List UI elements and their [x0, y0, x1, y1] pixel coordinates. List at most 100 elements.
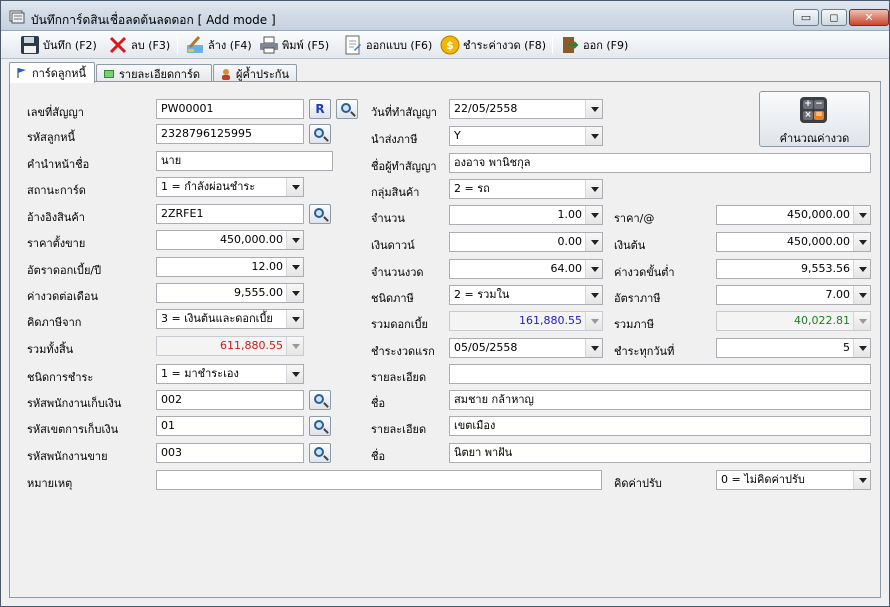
- tab-card-details[interactable]: รายละเอียดการ์ด: [96, 64, 212, 82]
- penalty-select[interactable]: 0 = ไม่คิดค่าปรับ: [716, 470, 871, 490]
- chevron-down-icon[interactable]: [585, 100, 602, 118]
- chevron-down-icon[interactable]: [585, 233, 602, 251]
- tax-type-select[interactable]: 2 = รวมใน: [449, 285, 603, 305]
- clear-button[interactable]: ล้าง (F4): [182, 34, 255, 56]
- chevron-down-icon[interactable]: [286, 231, 303, 249]
- min-installment-input[interactable]: 9,553.56: [716, 259, 871, 279]
- chevron-down-icon[interactable]: [286, 258, 303, 276]
- sales-name-input[interactable]: นิตยา พาฝัน: [449, 443, 871, 463]
- contractor-name-label: ชื่อผู้ทำสัญญา: [371, 160, 437, 173]
- product-search-button[interactable]: [309, 204, 331, 224]
- principal-input[interactable]: 450,000.00: [716, 232, 871, 252]
- close-button[interactable]: ✕: [849, 9, 889, 26]
- minimize-button[interactable]: ▭: [793, 9, 819, 26]
- down-payment-input[interactable]: 0.00: [449, 232, 603, 252]
- sales-code-label: รหัสพนักงานขาย: [27, 450, 108, 463]
- collector-search-button[interactable]: [309, 390, 331, 410]
- delete-button[interactable]: ลบ (F3): [105, 34, 173, 56]
- calculate-installment-label: คำนวณค่างวด: [779, 132, 850, 145]
- contract-date-picker[interactable]: 22/05/2558: [449, 99, 603, 119]
- tab-guarantor[interactable]: ผู้ค้ำประกัน: [213, 64, 297, 82]
- pay-every-day-input[interactable]: 5: [716, 338, 871, 358]
- print-button[interactable]: พิมพ์ (F5): [256, 34, 332, 56]
- payment-type-select[interactable]: 1 = มาชำระเอง: [156, 364, 304, 384]
- window-title: บันทึกการ์ดสินเชื่อลดต้นลดดอก [ Add mode…: [31, 13, 276, 27]
- total-interest-value: 161,880.55: [519, 314, 582, 327]
- tax-submit-select[interactable]: Y: [449, 126, 603, 146]
- chevron-down-icon[interactable]: [585, 206, 602, 224]
- pay-installment-label: ชำระค่างวด (F8): [463, 39, 547, 52]
- maximize-button[interactable]: ◻: [821, 9, 847, 26]
- exit-door-icon: [563, 37, 579, 53]
- chevron-down-icon[interactable]: [286, 178, 303, 196]
- chevron-down-icon[interactable]: [286, 310, 303, 328]
- remark-input[interactable]: [156, 470, 602, 490]
- product-ref-input[interactable]: 2ZRFE1: [156, 204, 304, 224]
- detail-input[interactable]: [449, 364, 871, 384]
- num-installments-input[interactable]: 64.00: [449, 259, 603, 279]
- num-installments-label: จำนวนงวด: [371, 266, 424, 279]
- calculate-installment-button[interactable]: + − × = คำนวณค่างวด: [759, 91, 870, 147]
- debtor-code-input[interactable]: 2328796125995: [156, 124, 304, 144]
- search-icon: [314, 394, 324, 404]
- sales-search-button[interactable]: [309, 443, 331, 463]
- tab-label: รายละเอียดการ์ด: [119, 67, 201, 81]
- chevron-down-icon[interactable]: [585, 127, 602, 145]
- toolbar-separator: [552, 36, 553, 54]
- monthly-installment-input[interactable]: 9,555.00: [156, 283, 304, 303]
- sale-price-input[interactable]: 450,000.00: [156, 230, 304, 250]
- penalty-value: 0 = ไม่คิดค่าปรับ: [721, 473, 805, 486]
- tax-calc-from-select[interactable]: 3 = เงินต้นและดอกเบี้ย: [156, 309, 304, 329]
- design-button[interactable]: ออกแบบ (F6): [340, 34, 435, 56]
- contract-search-button[interactable]: [336, 99, 358, 119]
- pay-installment-button[interactable]: $ ชำระค่างวด (F8): [437, 34, 549, 56]
- search-icon: [314, 208, 324, 218]
- grand-total-label: รวมทั้งสิ้น: [27, 343, 74, 356]
- remark-label: หมายเหตุ: [27, 477, 73, 490]
- card-status-select[interactable]: 1 = กำลังผ่อนชำระ: [156, 177, 304, 197]
- tax-rate-input[interactable]: 7.00: [716, 285, 871, 305]
- product-group-select[interactable]: 2 = รถ: [449, 179, 603, 199]
- collector-name-input[interactable]: สมชาย กล้าหาญ: [449, 390, 871, 410]
- detail-label: รายละเอียด: [371, 371, 427, 384]
- chevron-down-icon[interactable]: [853, 286, 870, 304]
- chevron-down-icon[interactable]: [853, 339, 870, 357]
- tax-type-label: ชนิดภาษี: [371, 292, 414, 305]
- chevron-down-icon: [585, 312, 602, 330]
- monthly-installment-value: 9,555.00: [234, 286, 283, 299]
- down-payment-value: 0.00: [557, 235, 583, 248]
- collector-code-label: รหัสพนักงานเก็บเงิน: [27, 397, 122, 410]
- zone-detail-input[interactable]: เขตเมือง: [449, 416, 871, 436]
- quantity-input[interactable]: 1.00: [449, 205, 603, 225]
- tab-debtor-card[interactable]: การ์ดลูกหนี้: [9, 62, 95, 83]
- chevron-down-icon[interactable]: [853, 233, 870, 251]
- chevron-down-icon[interactable]: [585, 339, 602, 357]
- exit-button[interactable]: ออก (F9): [557, 34, 631, 56]
- chevron-down-icon[interactable]: [585, 260, 602, 278]
- title-prefix-input[interactable]: นาย: [156, 151, 333, 171]
- chevron-down-icon[interactable]: [585, 180, 602, 198]
- collector-code-input[interactable]: 002: [156, 390, 304, 410]
- debtor-search-button[interactable]: [309, 124, 331, 144]
- unit-price-input[interactable]: 450,000.00: [716, 205, 871, 225]
- chevron-down-icon[interactable]: [286, 284, 303, 302]
- chevron-down-icon[interactable]: [585, 286, 602, 304]
- exit-label: ออก (F9): [583, 39, 629, 52]
- chevron-down-icon[interactable]: [286, 365, 303, 383]
- collection-zone-input[interactable]: 01: [156, 416, 304, 436]
- debtor-card-panel: เลขที่สัญญา PW00001 R รหัสลูกหนี้ 232879…: [9, 81, 881, 598]
- chevron-down-icon[interactable]: [853, 206, 870, 224]
- r-button[interactable]: R: [309, 99, 331, 119]
- plus-sign: +: [803, 99, 813, 109]
- interest-rate-input[interactable]: 12.00: [156, 257, 304, 277]
- first-due-picker[interactable]: 05/05/2558: [449, 338, 603, 358]
- contractor-name-input[interactable]: องอาจ พานิชกุล: [449, 153, 871, 173]
- chevron-down-icon[interactable]: [853, 471, 870, 489]
- save-button[interactable]: บันทึก (F2): [17, 34, 100, 56]
- zone-search-button[interactable]: [309, 416, 331, 436]
- title-bar: บันทึกการ์ดสินเชื่อลดต้นลดดอก [ Add mode…: [1, 1, 889, 31]
- sales-code-input[interactable]: 003: [156, 443, 304, 463]
- main-window: บันทึกการ์ดสินเชื่อลดต้นลดดอก [ Add mode…: [0, 0, 890, 607]
- contract-no-input[interactable]: PW00001: [156, 99, 304, 119]
- chevron-down-icon[interactable]: [853, 260, 870, 278]
